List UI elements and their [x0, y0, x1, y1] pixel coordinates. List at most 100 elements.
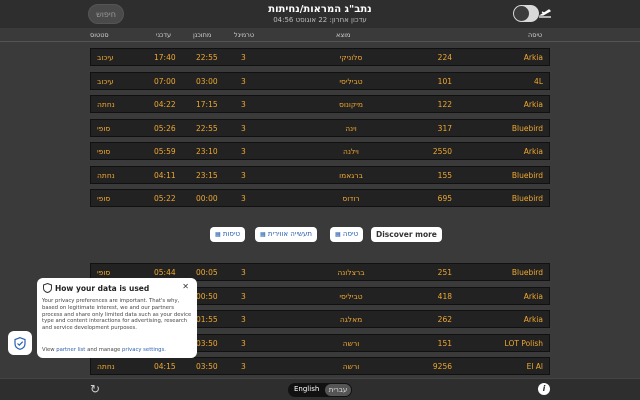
flight-status: סופי: [97, 147, 111, 156]
chip-flight[interactable]: ▦ טיסה: [330, 227, 364, 242]
grid-icon: ▦: [260, 231, 266, 238]
table-row[interactable]: Bluebird 317 וינה 3 22:55 05:26 סופי: [90, 118, 550, 137]
terminal: 3: [241, 76, 246, 86]
flight-status: עיכוב: [97, 76, 114, 86]
airline-name: Arkia: [523, 147, 543, 156]
table-row[interactable]: El Al 9256 ורשה 3 03:50 04:15 נחתה: [90, 357, 550, 375]
updated-time: 04:22: [154, 100, 176, 109]
planned-time: 03:50: [196, 338, 218, 348]
destination: ברצלונה: [337, 268, 365, 277]
terminal: 3: [241, 194, 246, 203]
flight-number: 9256: [432, 362, 452, 371]
close-icon[interactable]: ✕: [182, 282, 189, 291]
flight-status: עיכוב: [97, 53, 114, 62]
grid-icon: ▦: [215, 231, 221, 238]
destination: ורשה: [342, 338, 360, 348]
lang-hebrew[interactable]: עברית: [325, 384, 351, 396]
destination: וינה: [345, 123, 357, 133]
destination: ורשה: [342, 362, 360, 371]
flight-number: 122: [437, 100, 452, 109]
airline-name: Bluebird: [511, 194, 543, 203]
table-row[interactable]: Arkia 224 סלוניקי 3 22:55 17:40 עיכוב: [90, 48, 550, 66]
airline-name: Bluebird: [511, 123, 543, 133]
flight-status: נחתה: [97, 170, 115, 180]
flight-status: סופי: [97, 123, 111, 133]
table-row[interactable]: Arkia 122 מיקונוס 3 17:15 04:22 נחתה: [90, 95, 550, 113]
language-switch[interactable]: English עברית: [288, 383, 352, 397]
airline-name: El Al: [526, 362, 543, 371]
col-terminal: טרמינל: [234, 31, 255, 39]
planned-time: 17:15: [196, 100, 218, 109]
updated-time: 04:11: [154, 170, 176, 180]
planned-time: 00:05: [196, 268, 218, 277]
privacy-settings-link[interactable]: privacy settings.: [122, 347, 166, 353]
planned-time: 00:50: [196, 291, 218, 301]
terminal: 3: [241, 315, 246, 324]
terminal: 3: [241, 338, 246, 348]
planned-time: 22:55: [196, 53, 218, 62]
terminal: 3: [241, 362, 246, 371]
destination: טביליסי: [339, 76, 363, 86]
table-row[interactable]: 4L 101 טביליסי 3 03:00 07:00 עיכוב: [90, 71, 550, 90]
airline-name: Bluebird: [511, 170, 543, 180]
table-row[interactable]: Arkia 2550 וילנה 3 23:10 05:59 סופי: [90, 142, 550, 160]
airline-name: Arkia: [523, 315, 543, 324]
destination: טביליסי: [339, 291, 363, 301]
chip-flights[interactable]: ▦ טיסות: [210, 227, 246, 242]
terminal: 3: [241, 100, 246, 109]
flight-status: סופי: [97, 194, 111, 203]
chip-aviation-industry[interactable]: ▦ תעשייה אווירית: [255, 227, 317, 242]
planned-time: 23:10: [196, 147, 218, 156]
terminal: 3: [241, 53, 246, 62]
destination: ברגאמו: [339, 170, 363, 180]
flight-number: 418: [437, 291, 452, 301]
lang-english[interactable]: English: [294, 385, 319, 393]
col-destination: מוצא: [336, 31, 351, 39]
table-row[interactable]: Bluebird 695 רודוס 3 00:00 05:22 סופי: [90, 189, 550, 207]
updated-time: 05:22: [154, 194, 176, 203]
col-updated: עדכני: [156, 31, 172, 39]
shield-icon: [43, 282, 52, 295]
privacy-title: How your data is used: [55, 284, 150, 293]
flight-number: 151: [437, 338, 452, 348]
airline-name: LOT Polish: [504, 338, 543, 348]
terminal: 3: [241, 170, 246, 180]
bottom-bar: ↻ English עברית i: [0, 378, 640, 400]
updated-time: 04:15: [154, 362, 176, 371]
flight-number: 695: [437, 194, 452, 203]
destination: סלוניקי: [339, 53, 363, 62]
updated-time: 05:26: [154, 123, 176, 133]
updated-time: 17:40: [154, 53, 176, 62]
flight-number: 2550: [432, 147, 452, 156]
flight-number: 262: [437, 315, 452, 324]
privacy-shield-button[interactable]: [8, 331, 32, 355]
updated-time: 05:44: [154, 268, 176, 277]
privacy-popup: How your data is used ✕ Your privacy pre…: [37, 278, 197, 358]
updated-time: 05:59: [154, 147, 176, 156]
updated-time: 07:00: [154, 76, 176, 86]
terminal: 3: [241, 268, 246, 277]
refresh-icon[interactable]: ↻: [90, 382, 100, 396]
destination: רודוס: [342, 194, 360, 203]
terminal: 3: [241, 147, 246, 156]
flight-number: 317: [437, 123, 452, 133]
planned-time: 03:00: [196, 76, 218, 86]
flight-status: סופי: [97, 268, 111, 277]
airline-name: Arkia: [523, 291, 543, 301]
discover-more-button[interactable]: Discover more: [371, 227, 442, 242]
info-icon[interactable]: i: [538, 383, 550, 395]
table-row[interactable]: Bluebird 155 ברגאמו 3 23:15 04:11 נחתה: [90, 165, 550, 184]
destination: וילנה: [343, 147, 359, 156]
col-planned: מתוכנן: [193, 31, 212, 39]
toggle-knob: [514, 6, 529, 21]
flight-status: נחתה: [97, 100, 115, 109]
plane-icon: [538, 6, 552, 20]
flight-number: 101: [437, 76, 452, 86]
terminal: 3: [241, 291, 246, 301]
arrivals-departures-toggle[interactable]: [513, 5, 539, 22]
partner-list-link[interactable]: partner list: [56, 347, 85, 353]
airline-name: Bluebird: [511, 268, 543, 277]
airline-name: 4L: [534, 76, 543, 86]
airline-name: Arkia: [523, 53, 543, 62]
flight-status: נחתה: [97, 362, 115, 371]
